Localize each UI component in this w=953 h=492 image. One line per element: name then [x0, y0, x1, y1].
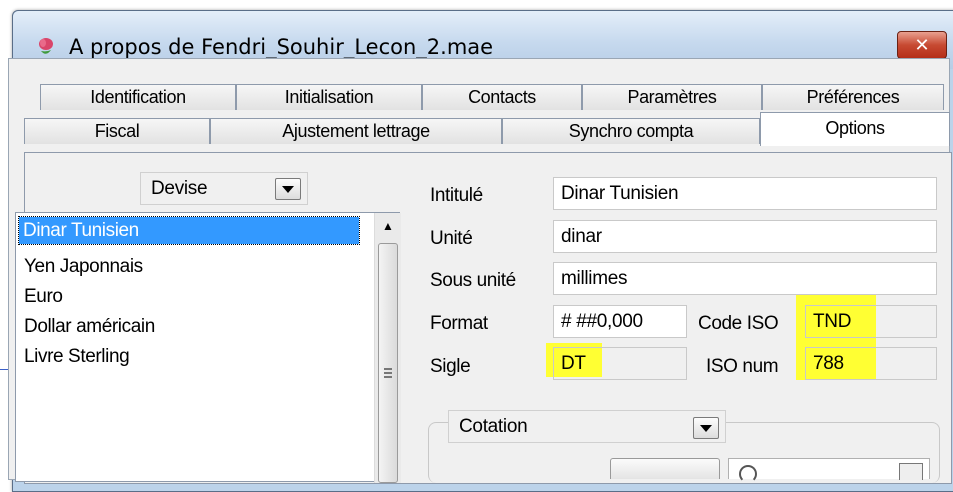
format-field[interactable]: # ##0,000: [553, 305, 687, 338]
sigle-label: Sigle: [430, 356, 471, 377]
tab-initialisation[interactable]: Initialisation: [236, 84, 422, 110]
tab-ajustement-lettrage[interactable]: Ajustement lettrage: [210, 118, 502, 144]
partial-glyph-icon: [739, 465, 757, 483]
tab-label: Fiscal: [94, 121, 140, 141]
list-item[interactable]: Livre Sterling: [20, 343, 133, 370]
code-iso-label: Code ISO: [698, 313, 779, 334]
tab-identification[interactable]: Identification: [40, 84, 236, 110]
tab-label: Contacts: [468, 87, 536, 107]
devise-combo[interactable]: Devise: [140, 172, 308, 205]
cotation-combo-value: Cotation: [459, 416, 528, 437]
sigle-field[interactable]: DT: [553, 347, 687, 380]
chevron-down-icon[interactable]: [693, 417, 719, 439]
tab-parametres[interactable]: Paramètres: [582, 84, 762, 110]
sous-unite-label: Sous unité: [430, 270, 516, 291]
intitule-label: Intitulé: [430, 185, 483, 206]
code-iso-field[interactable]: TND: [805, 305, 937, 338]
close-button[interactable]: ✕: [897, 31, 947, 59]
tab-label: Initialisation: [284, 87, 374, 107]
partial-button[interactable]: [610, 458, 720, 479]
sous-unite-field[interactable]: millimes: [553, 262, 937, 295]
iso-num-field[interactable]: 788: [805, 347, 937, 380]
scrollbar-thumb[interactable]: [378, 243, 398, 483]
tab-label: Préférences: [806, 87, 900, 107]
devise-combo-value: Devise: [151, 178, 208, 199]
close-icon: ✕: [914, 34, 930, 56]
grip-icon: [384, 368, 392, 380]
list-item[interactable]: Dinar Tunisien: [18, 216, 360, 245]
tab-synchro-compta[interactable]: Synchro compta: [502, 118, 760, 144]
flower-icon: [39, 38, 53, 54]
scroll-up-arrow-icon[interactable]: ▲: [375, 213, 401, 239]
tab-label: Synchro compta: [568, 121, 694, 141]
tab-preferences[interactable]: Préférences: [762, 84, 944, 110]
iso-num-label: ISO num: [706, 356, 779, 377]
tab-options[interactable]: Options: [760, 112, 950, 146]
currency-list[interactable]: Dinar Tunisien Yen Japonnais Euro Dollar…: [15, 212, 401, 483]
tab-label: Options: [825, 118, 885, 138]
tab-label: Identification: [90, 87, 186, 107]
list-scrollbar[interactable]: ▲: [374, 213, 401, 483]
tab-contacts[interactable]: Contacts: [422, 84, 582, 110]
window-title: A propos de Fendri_Souhir_Lecon_2.mae: [69, 35, 494, 59]
tab-fiscal[interactable]: Fiscal: [24, 118, 210, 144]
cotation-combo[interactable]: Cotation: [448, 410, 726, 443]
list-item[interactable]: Dollar américain: [20, 313, 159, 340]
partial-combo[interactable]: [728, 458, 930, 483]
unite-label: Unité: [430, 228, 473, 249]
unite-field[interactable]: dinar: [553, 220, 937, 253]
format-label: Format: [430, 313, 488, 334]
chevron-down-icon[interactable]: [899, 463, 923, 480]
intitule-field[interactable]: Dinar Tunisien: [553, 177, 937, 210]
tab-label: Paramètres: [627, 87, 717, 107]
tab-label: Ajustement lettrage: [282, 121, 430, 141]
chevron-down-icon[interactable]: [275, 178, 301, 200]
list-item[interactable]: Yen Japonnais: [20, 253, 147, 280]
list-item[interactable]: Euro: [20, 283, 67, 310]
